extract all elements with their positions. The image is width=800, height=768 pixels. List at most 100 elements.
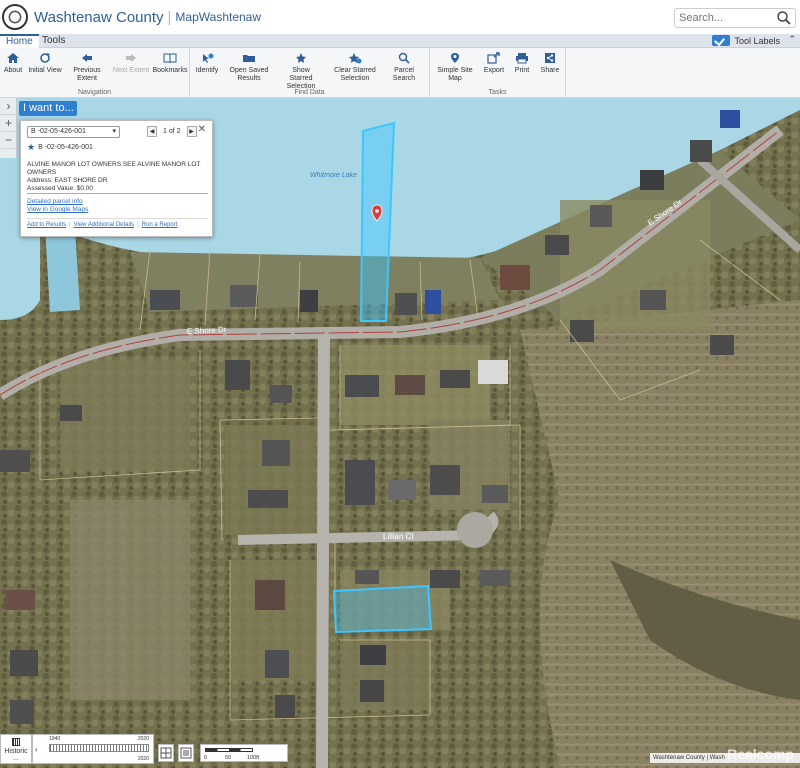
i-want-to-button[interactable]: I want to... — [19, 101, 77, 116]
expand-panel-button[interactable]: › — [0, 98, 17, 115]
plus-icon: + — [4, 116, 12, 130]
timeline-end-year: 2020 — [137, 756, 149, 762]
divider — [27, 218, 208, 219]
scale-line — [205, 748, 253, 752]
tool-labels-toggle[interactable]: Tool Labels — [712, 35, 780, 46]
folder-icon — [243, 55, 255, 62]
highlighted-parcel-lillian[interactable] — [332, 584, 433, 634]
search-input[interactable] — [675, 9, 775, 27]
next-extent-button[interactable]: Next Extent — [112, 52, 150, 75]
refresh-icon — [40, 53, 50, 63]
tab-bar: Home Tools Tool Labels ⌃ — [0, 34, 800, 48]
next-result-button[interactable]: ▶ — [186, 126, 197, 137]
app-title: Washtenaw County — [34, 8, 164, 26]
bookmarks-button[interactable]: Bookmarks — [152, 52, 188, 75]
print-button[interactable]: Print — [510, 52, 534, 75]
imagery-timeline[interactable]: ‹ 1940 2020 2020 — [32, 734, 154, 764]
scale-bar: 0 50 100ft — [200, 744, 288, 762]
marsh-area — [520, 300, 800, 768]
scale-label-1: 50 — [225, 755, 232, 761]
pin-center — [375, 209, 379, 213]
add-to-results-link[interactable]: Add to Results — [27, 222, 66, 228]
app-header: Washtenaw County | MapWashtenaw — [0, 0, 800, 34]
parcel-links: Detailed parcel info View in Google Maps — [27, 198, 88, 214]
pager-text: 1 of 2 — [163, 128, 181, 135]
map-pin-icon — [451, 53, 459, 63]
book-icon — [163, 53, 177, 64]
detailed-parcel-link[interactable]: Detailed parcel info — [27, 198, 88, 206]
chevron-left-icon[interactable]: ‹ — [35, 745, 38, 754]
about-button[interactable]: About — [2, 52, 24, 75]
bookmarks-label: Bookmarks — [152, 67, 188, 74]
export-icon — [487, 52, 500, 64]
star-icon[interactable]: ★ — [27, 142, 35, 153]
popup-pager: ◀ 1 of 2 ▶ — [147, 126, 197, 137]
open-saved-results-button[interactable]: Open Saved Results — [228, 52, 270, 83]
address-line: Address: EAST SHORE DR — [27, 177, 108, 184]
prev-result-button[interactable]: ◀ — [147, 126, 157, 137]
simple-site-map-label: Simple Site Map — [437, 67, 473, 82]
initial-view-button[interactable]: Initial View — [28, 52, 62, 75]
tasks-group: Simple Site Map Export Print Share Tasks — [430, 48, 566, 98]
divider — [27, 193, 208, 194]
road-label-lillian: Lillian Ct — [383, 532, 414, 541]
about-label: About — [3, 67, 23, 74]
grid-icon — [160, 747, 172, 759]
timeline-slider[interactable] — [49, 744, 149, 752]
tasks-group-label: Tasks — [488, 89, 507, 96]
show-starred-label: Show Starred Selection — [286, 67, 316, 90]
print-icon — [516, 53, 528, 64]
layers-icon — [180, 747, 192, 759]
tab-home[interactable]: Home — [0, 34, 39, 48]
chevron-down-icon: ▾ — [112, 128, 116, 135]
minus-icon: − — [4, 133, 12, 147]
tool-labels-label: Tool Labels — [734, 35, 780, 46]
map-side-controls: › + − — [0, 98, 17, 158]
share-button[interactable]: Share — [538, 52, 562, 75]
previous-extent-button[interactable]: Previous Extent — [64, 52, 110, 83]
chevron-right-icon: › — [6, 99, 11, 113]
star-clear-icon — [349, 53, 362, 64]
checkbox-icon[interactable] — [712, 35, 731, 46]
share-icon — [545, 53, 555, 63]
parcel-select[interactable]: B -02-05-426-001 ▾ — [27, 126, 120, 138]
view-additional-details-link[interactable]: View Additional Details — [74, 222, 135, 228]
show-starred-button[interactable]: Show Starred Selection — [280, 52, 322, 91]
lake-label: Whitmore Lake — [310, 172, 357, 179]
home-icon — [7, 53, 19, 63]
navigation-group: About Initial View Previous Extent Next … — [0, 48, 190, 98]
timeline-start-year: 1940 — [49, 736, 61, 742]
layers-toggle-button[interactable] — [178, 744, 194, 762]
previous-extent-label: Previous Extent — [73, 67, 101, 82]
parcel-select-value: B -02-05-426-001 — [31, 128, 86, 135]
parcel-search-label: Parcel Search — [392, 67, 416, 82]
arrow-left-icon — [82, 54, 92, 62]
zoom-in-button[interactable]: + — [0, 115, 17, 132]
historic-imagery-button[interactable]: Historic ... — [0, 734, 32, 764]
run-report-link[interactable]: Run a Report — [142, 222, 178, 228]
export-label: Export — [483, 67, 505, 74]
collapse-ribbon-icon[interactable]: ⌃ — [788, 34, 796, 45]
clear-starred-button[interactable]: Clear Starred Selection — [334, 52, 376, 83]
action-separator: | — [69, 222, 71, 228]
star-icon — [296, 53, 306, 63]
search-icon[interactable] — [776, 10, 792, 26]
export-button[interactable]: Export — [482, 52, 506, 75]
search-icon — [398, 52, 410, 64]
county-seal-logo — [2, 4, 28, 30]
share-label: Share — [540, 67, 560, 74]
historic-label: Historic ... — [4, 748, 28, 762]
basemap-toggle-button[interactable] — [158, 744, 174, 762]
zoom-out-button[interactable]: − — [0, 132, 17, 149]
parcel-search-button[interactable]: Parcel Search — [384, 52, 424, 83]
ribbon-toolbar: About Initial View Previous Extent Next … — [0, 48, 800, 98]
close-icon[interactable]: ✕ — [198, 124, 206, 135]
parcel-id: B -02-05-426-001 — [38, 144, 93, 151]
google-maps-link[interactable]: View in Google Maps — [27, 206, 88, 214]
tab-tools[interactable]: Tools — [36, 34, 71, 48]
action-separator: | — [137, 222, 139, 228]
timeline-end-year-top: 2020 — [137, 736, 149, 742]
search-box[interactable] — [674, 8, 796, 28]
identify-button[interactable]: Identify — [194, 52, 220, 75]
simple-site-map-button[interactable]: Simple Site Map — [432, 52, 478, 83]
